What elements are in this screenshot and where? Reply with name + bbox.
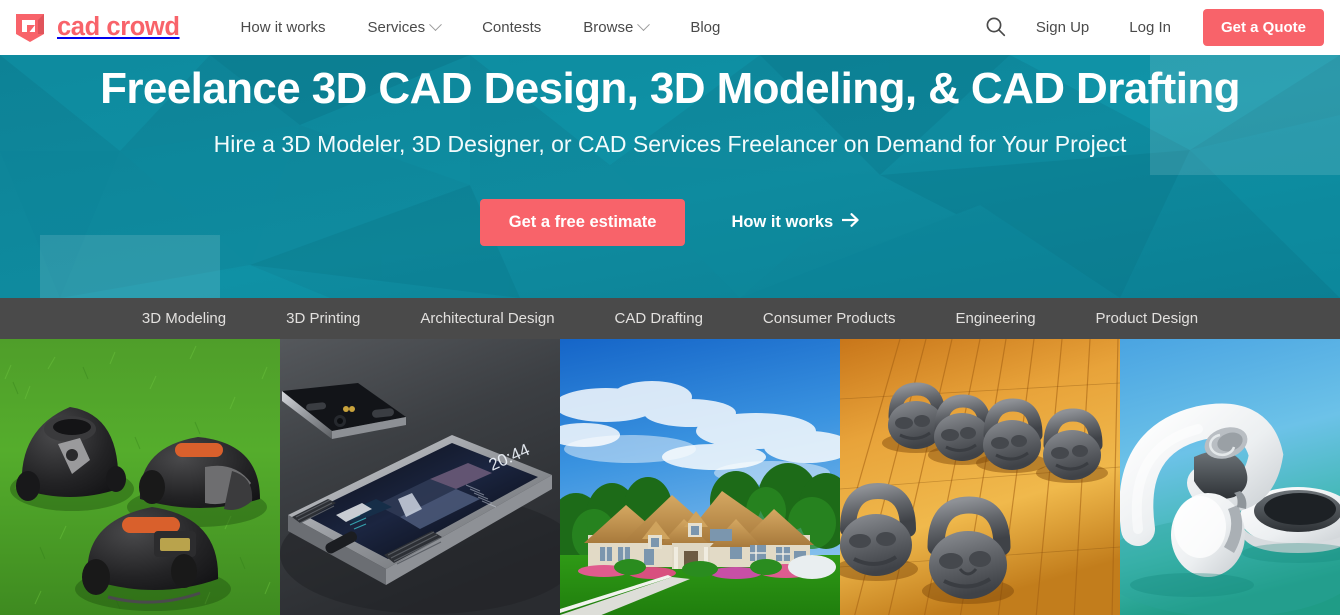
category-3d-printing[interactable]: 3D Printing (256, 310, 390, 327)
nav-item-services[interactable]: Services (347, 18, 462, 36)
nav-label: Browse (583, 19, 634, 36)
hero-title: Freelance 3D CAD Design, 3D Modeling, & … (100, 64, 1240, 113)
gallery-tile-wearable-concept[interactable] (1120, 339, 1340, 615)
category-product-design[interactable]: Product Design (1066, 310, 1229, 327)
nav-item-browse[interactable]: Browse (562, 18, 669, 36)
brand-name: cad crowd (57, 12, 180, 41)
category-consumer-products[interactable]: Consumer Products (733, 310, 926, 327)
nav-label: Contests (482, 19, 542, 36)
search-button[interactable] (976, 8, 1016, 48)
gallery-tile-robotic-lawn-mowers[interactable] (0, 339, 280, 615)
nav-label: Services (367, 19, 426, 36)
chevron-down-icon (637, 18, 651, 32)
get-free-estimate-button[interactable]: Get a free estimate (479, 198, 686, 246)
how-it-works-label: How it works (731, 212, 834, 231)
gallery-tile-skull-kettlebells[interactable] (840, 339, 1120, 615)
hero-section: Freelance 3D CAD Design, 3D Modeling, & … (0, 55, 1340, 298)
brand-logo-link[interactable]: cad crowd (14, 12, 180, 44)
category-cad-drafting[interactable]: CAD Drafting (585, 310, 733, 327)
nav-item-blog[interactable]: Blog (669, 19, 741, 36)
arrow-right-icon (841, 212, 860, 233)
search-icon (985, 16, 1006, 40)
nav-item-contests[interactable]: Contests (461, 19, 562, 36)
top-navigation-bar: cad crowd How it works Services Contests… (0, 0, 1340, 55)
nav-label: Blog (690, 19, 721, 36)
nav-right-group: Sign Up Log In Get a Quote (976, 8, 1324, 48)
cadcrowd-flag-icon (14, 12, 46, 44)
log-in-link[interactable]: Log In (1109, 19, 1191, 36)
category-nav-bar: 3D Modeling 3D Printing Architectural De… (0, 298, 1340, 339)
hero-subtitle: Hire a 3D Modeler, 3D Designer, or CAD S… (213, 130, 1127, 157)
get-a-quote-button[interactable]: Get a Quote (1202, 9, 1324, 46)
nav-label: How it works (240, 19, 326, 36)
nav-item-how-it-works[interactable]: How it works (220, 19, 347, 36)
category-engineering[interactable]: Engineering (925, 310, 1065, 327)
portfolio-gallery: 20:44 (0, 339, 1340, 615)
category-architectural-design[interactable]: Architectural Design (390, 310, 584, 327)
sign-up-link[interactable]: Sign Up (1016, 19, 1109, 36)
chevron-down-icon (429, 18, 442, 32)
gallery-tile-smartphone-concept[interactable]: 20:44 (280, 339, 560, 615)
gallery-tile-house-rendering[interactable] (560, 339, 840, 615)
category-3d-modeling[interactable]: 3D Modeling (112, 310, 256, 327)
hero-cta-row: Get a free estimate How it works (479, 198, 860, 246)
primary-menu: How it works Services Contests Browse Bl… (220, 18, 742, 36)
how-it-works-link[interactable]: How it works (731, 212, 860, 233)
